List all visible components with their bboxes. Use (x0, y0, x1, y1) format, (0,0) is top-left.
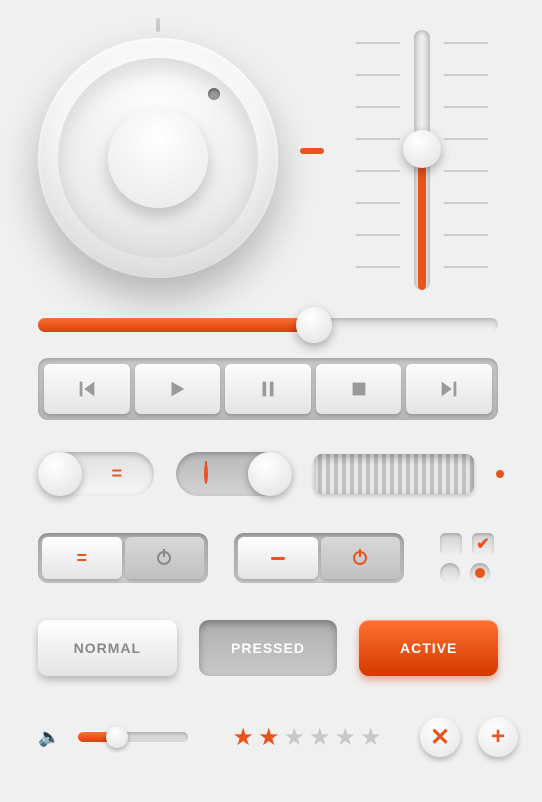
volume-icon: 🔈 (38, 727, 60, 748)
star-icon[interactable]: ★ (334, 723, 356, 752)
toggle-switch-b[interactable] (176, 452, 292, 496)
segment-b-minus[interactable] (238, 537, 318, 579)
segmented-control-b (234, 533, 404, 583)
pressed-button[interactable]: PRESSED (199, 620, 338, 676)
power-icon (204, 465, 208, 483)
next-button[interactable] (406, 364, 492, 414)
star-icon[interactable]: ★ (360, 723, 382, 752)
star-icon[interactable]: ★ (309, 723, 331, 752)
knob-tick-right (300, 148, 324, 154)
star-icon[interactable]: ★ (232, 723, 254, 752)
prev-button[interactable] (44, 364, 130, 414)
toggle-switch-a[interactable]: = (38, 452, 154, 496)
segment-a-power[interactable] (125, 537, 205, 579)
vertical-slider[interactable] (352, 30, 492, 290)
scroll-wheel[interactable] (314, 454, 474, 494)
volume-slider[interactable] (78, 732, 188, 742)
segment-b-power[interactable] (321, 537, 401, 579)
pause-button[interactable] (225, 364, 311, 414)
normal-button[interactable]: NORMAL (38, 620, 177, 676)
seek-thumb[interactable] (296, 307, 332, 343)
rotary-knob[interactable] (38, 38, 278, 278)
knob-indicator-dot (208, 88, 220, 100)
minus-icon (271, 557, 285, 560)
seek-fill (38, 318, 314, 332)
power-icon (353, 551, 367, 565)
volume-thumb[interactable] (106, 726, 128, 748)
equals-icon: = (76, 548, 87, 569)
radio-a[interactable] (440, 563, 460, 583)
add-button[interactable]: + (478, 717, 518, 757)
star-icon[interactable]: ★ (283, 723, 305, 752)
vertical-slider-thumb[interactable] (403, 130, 441, 168)
active-button[interactable]: ACTIVE (359, 620, 498, 676)
plus-icon: + (491, 723, 505, 751)
equals-icon: = (111, 464, 122, 485)
star-icon[interactable]: ★ (258, 723, 280, 752)
stop-button[interactable] (316, 364, 402, 414)
close-icon: ✕ (430, 723, 450, 752)
media-control-bar (38, 358, 498, 420)
checkbox-b[interactable]: ✔ (472, 533, 494, 555)
checkbox-a[interactable] (440, 533, 462, 555)
radio-b[interactable] (470, 563, 490, 583)
indicator-dot (496, 470, 504, 478)
close-button[interactable]: ✕ (420, 717, 460, 757)
segment-a-equals[interactable]: = (42, 537, 122, 579)
seek-slider[interactable] (38, 310, 498, 340)
play-button[interactable] (135, 364, 221, 414)
knob-tick-top (156, 18, 160, 32)
power-icon (157, 551, 171, 565)
segmented-control-a: = (38, 533, 208, 583)
star-rating[interactable]: ★ ★ ★ ★ ★ ★ (232, 723, 381, 752)
